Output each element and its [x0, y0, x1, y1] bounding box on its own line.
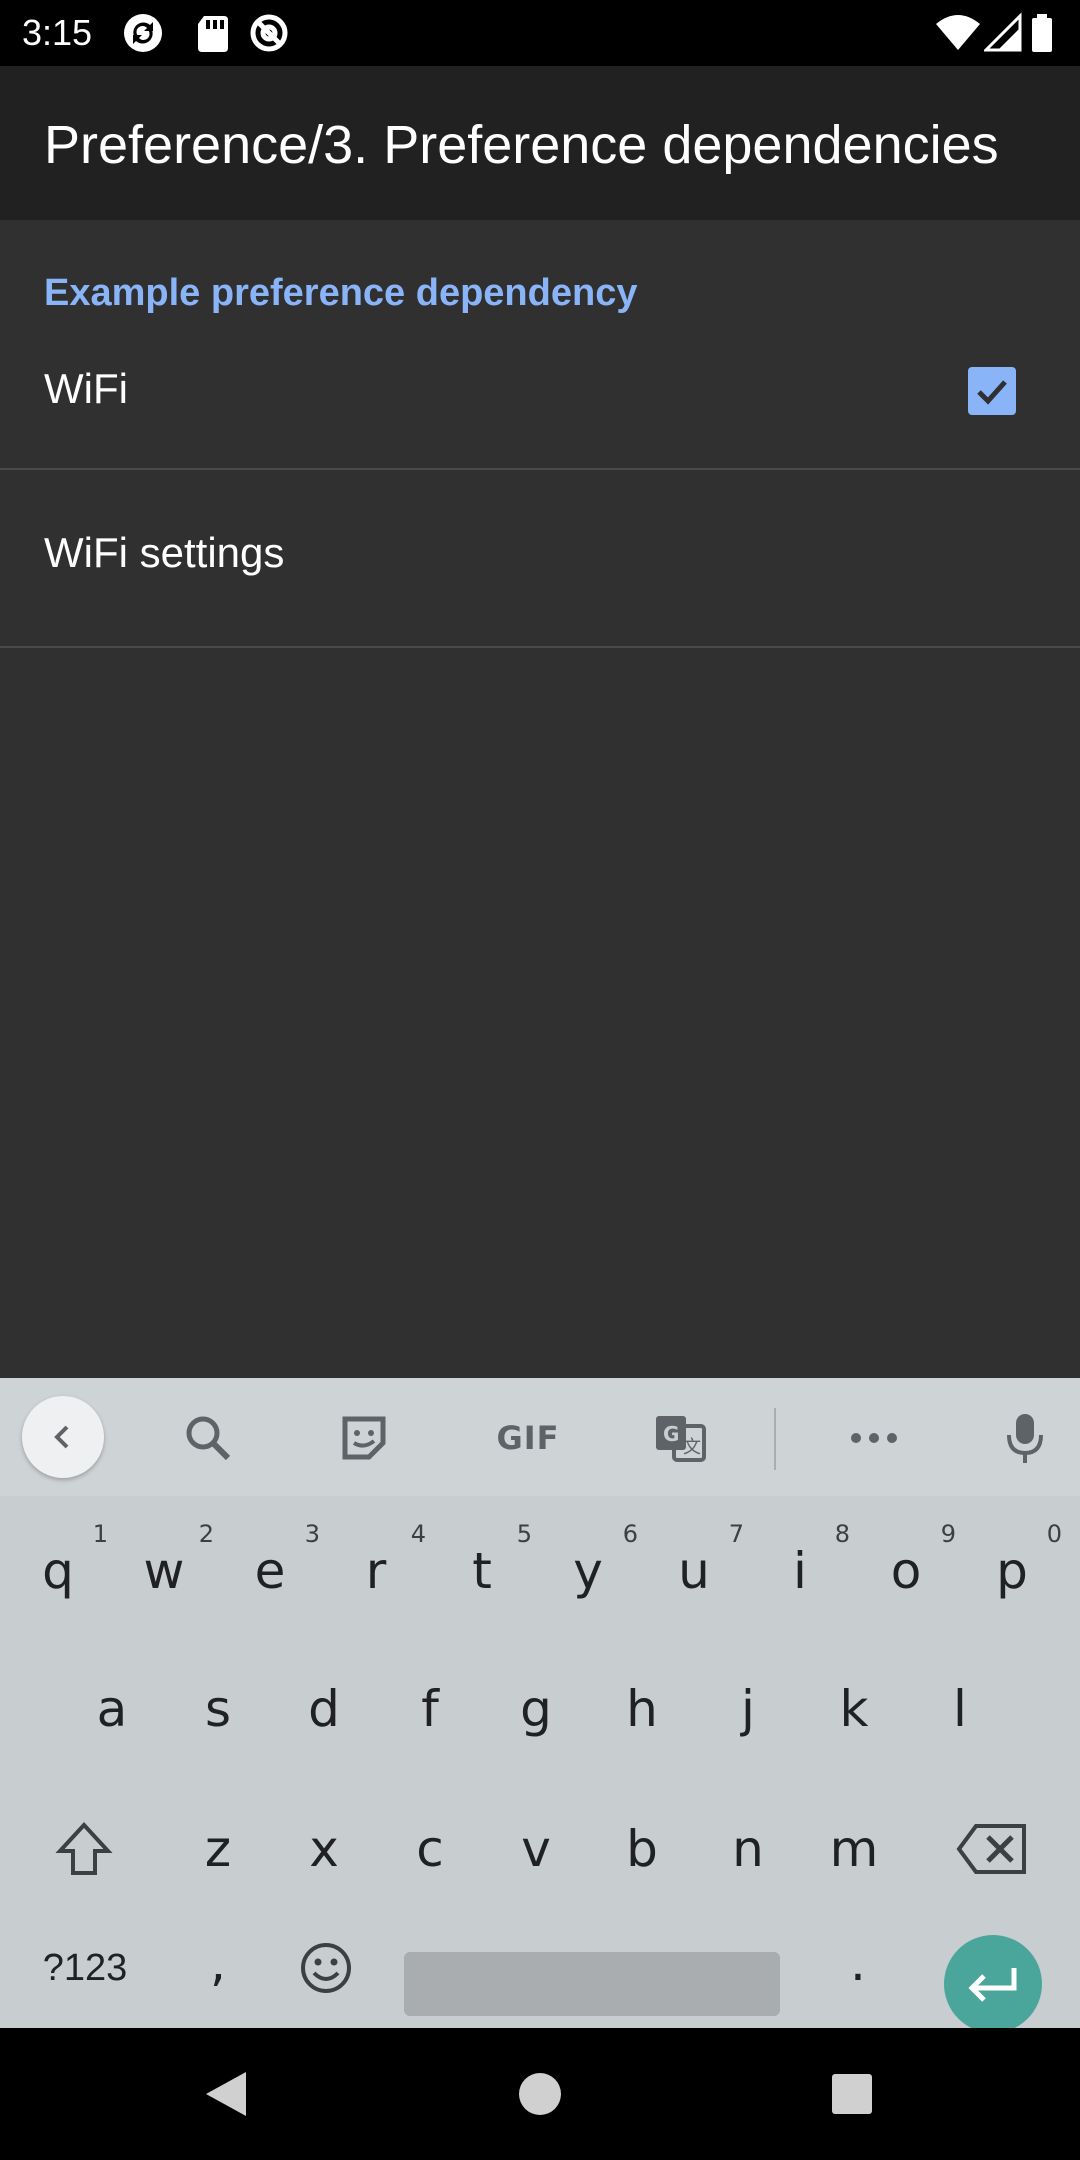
preference-category-title: Example preference dependency	[44, 272, 638, 314]
key-k[interactable]: k	[804, 1654, 904, 1764]
key-f[interactable]: f	[380, 1654, 480, 1764]
home-nav-icon[interactable]	[510, 2064, 570, 2124]
key-o[interactable]: o9	[856, 1516, 956, 1626]
key-w[interactable]: w2	[114, 1516, 214, 1626]
wifi-checkbox[interactable]	[968, 367, 1016, 415]
at-sign-icon	[248, 12, 290, 54]
battery-icon	[1030, 12, 1054, 54]
status-time: 3:15	[22, 12, 93, 53]
key-g[interactable]: g	[486, 1654, 586, 1764]
soft-keyboard: GIF G文 q1 w2 e3 r4 t5 y6 u7 i8 o9 p0 a s…	[0, 1378, 1080, 2033]
backspace-key[interactable]	[942, 1794, 1042, 1904]
recents-nav-icon[interactable]	[822, 2064, 882, 2124]
key-n[interactable]: n	[698, 1794, 798, 1904]
status-bar: 3:15	[0, 0, 1080, 66]
emoji-key[interactable]	[276, 1928, 376, 2008]
key-z[interactable]: z	[168, 1794, 268, 1904]
key-c[interactable]: c	[380, 1794, 480, 1904]
wifi-preference-title: WiFi	[44, 365, 128, 412]
key-x[interactable]: x	[274, 1794, 374, 1904]
keyboard-toolbar: GIF G文	[0, 1378, 1080, 1496]
key-i[interactable]: i8	[750, 1516, 850, 1626]
key-l[interactable]: l	[910, 1654, 1010, 1764]
toolbar-divider	[774, 1408, 776, 1470]
key-a[interactable]: a	[62, 1654, 162, 1764]
shift-key[interactable]	[34, 1794, 134, 1904]
emoji-icon	[301, 1943, 351, 1993]
key-s[interactable]: s	[168, 1654, 268, 1764]
shift-icon	[55, 1822, 113, 1875]
wifi-preference[interactable]: WiFi	[0, 332, 1080, 470]
symbols-key[interactable]: ?123	[30, 1928, 140, 2008]
key-r[interactable]: r4	[326, 1516, 426, 1626]
key-q[interactable]: q1	[8, 1516, 108, 1626]
key-e[interactable]: e3	[220, 1516, 320, 1626]
back-nav-icon[interactable]	[198, 2064, 258, 2124]
gif-button[interactable]: GIF	[478, 1398, 578, 1478]
key-m[interactable]: m	[804, 1794, 904, 1904]
sd-card-icon	[192, 12, 234, 54]
svg-text:G: G	[663, 1422, 679, 1446]
gif-label: GIF	[496, 1419, 560, 1457]
key-comma[interactable]: ,	[168, 1928, 268, 2008]
key-d[interactable]: d	[274, 1654, 374, 1764]
key-h[interactable]: h	[592, 1654, 692, 1764]
preference-list: Example preference dependency WiFi WiFi …	[0, 220, 1080, 1378]
backspace-icon	[956, 1824, 1026, 1874]
sync-icon	[122, 12, 164, 54]
wifi-icon	[934, 12, 982, 54]
check-icon	[977, 380, 1007, 405]
key-period[interactable]: .	[808, 1928, 908, 2008]
app-bar: Preference/3. Preference dependencies	[0, 66, 1080, 220]
key-b[interactable]: b	[592, 1794, 692, 1904]
more-icon[interactable]	[834, 1398, 914, 1478]
sticker-icon[interactable]	[324, 1398, 404, 1478]
key-y[interactable]: y6	[538, 1516, 638, 1626]
search-icon[interactable]	[168, 1398, 248, 1478]
navigation-bar	[0, 2028, 1080, 2160]
translate-icon[interactable]: G文	[640, 1398, 720, 1478]
back-icon[interactable]	[22, 1396, 104, 1478]
key-p[interactable]: p0	[962, 1516, 1062, 1626]
spacebar[interactable]	[404, 1952, 780, 2016]
key-t[interactable]: t5	[432, 1516, 532, 1626]
page-title: Preference/3. Preference dependencies	[44, 115, 999, 175]
enter-icon	[968, 1968, 1017, 2002]
enter-key[interactable]	[944, 1935, 1042, 2033]
key-u[interactable]: u7	[644, 1516, 744, 1626]
mic-icon[interactable]	[985, 1398, 1065, 1478]
svg-text:文: 文	[683, 1437, 701, 1458]
wifi-settings-title: WiFi settings	[44, 529, 285, 576]
signal-icon	[982, 12, 1022, 54]
wifi-settings-preference[interactable]: WiFi settings	[0, 470, 1080, 648]
key-j[interactable]: j	[698, 1654, 798, 1764]
key-v[interactable]: v	[486, 1794, 586, 1904]
